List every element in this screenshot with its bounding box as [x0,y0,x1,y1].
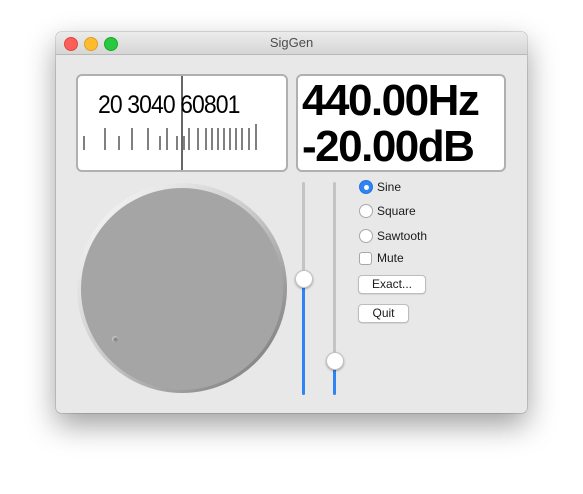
level-readout: -20.00dB [302,122,475,171]
attenuation-slider[interactable] [326,182,344,395]
frequency-readout: 440.00Hz [302,76,480,125]
window-title: SigGen [269,35,314,50]
slider-fill [302,278,305,395]
slider-thumb[interactable] [326,351,344,370]
mute-checkbox[interactable] [359,252,372,265]
slider-thumb[interactable] [295,269,313,288]
exact-button[interactable]: Exact... [358,275,426,294]
title-bar[interactable]: SigGen [56,32,527,55]
radio-sawtooth-button[interactable] [359,229,373,243]
siggen-window: SigGen 20 3040 60801 440.00Hz -20.00dB S… [56,32,527,413]
radio-sine-button[interactable] [359,180,373,194]
frequency-scale[interactable]: 20 3040 60801 [76,74,288,172]
radio-sine-label: Sine [377,180,402,194]
radio-sawtooth-label: Sawtooth [377,229,428,243]
mute-label: Mute [377,251,404,265]
frequency-scale-ticks [83,76,257,170]
readout-display: 440.00Hz -20.00dB [296,74,506,172]
radio-square-label: Square [377,204,416,218]
quit-button[interactable]: Quit [358,304,409,323]
radio-square-button[interactable] [359,204,373,218]
level-slider[interactable] [295,182,313,395]
frequency-knob[interactable] [76,182,288,394]
